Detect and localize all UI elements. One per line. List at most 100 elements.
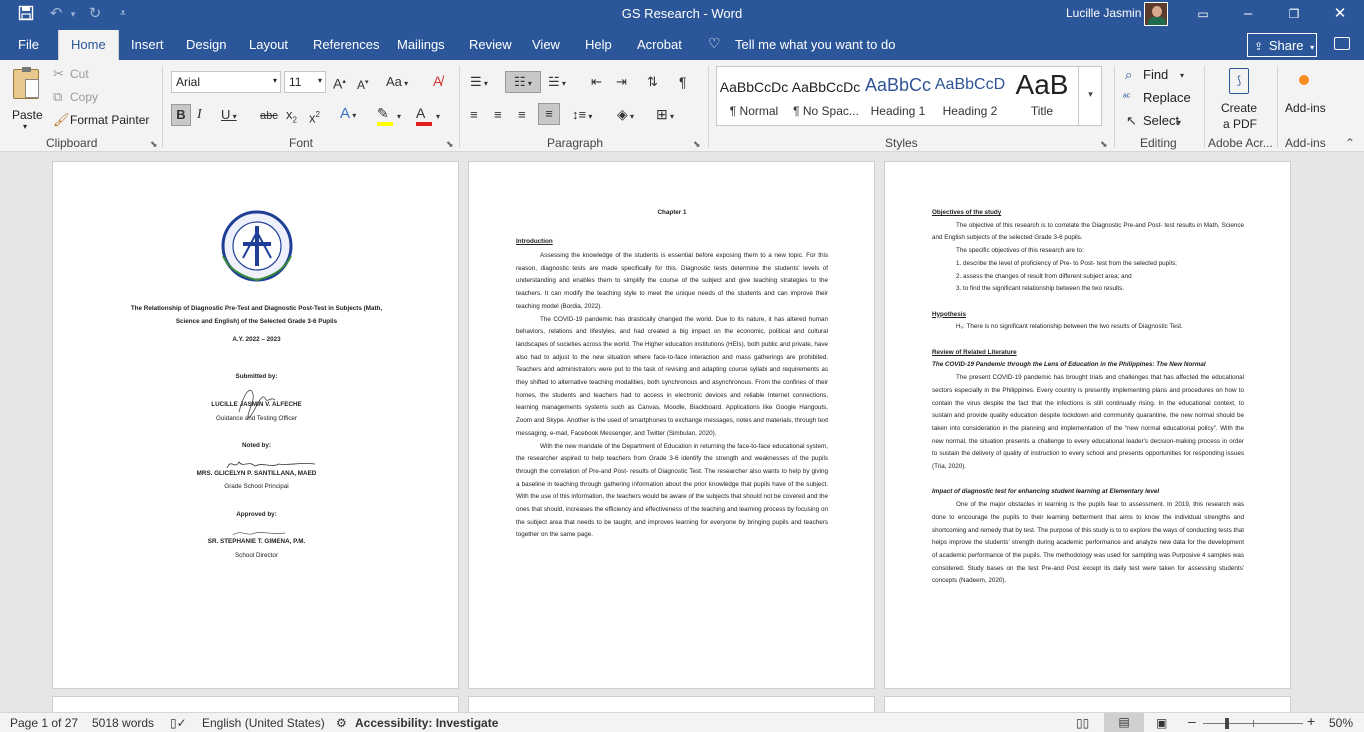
text-effects-icon[interactable]: A ▾ [340, 106, 356, 124]
accessibility-status[interactable]: Accessibility: Investigate [355, 716, 498, 730]
minimize-icon[interactable]: – [1237, 5, 1259, 23]
style-heading-2[interactable]: AaBbCcD Heading 2 [934, 67, 1006, 125]
show-formatting-icon[interactable]: ¶ [679, 74, 687, 90]
style-normal[interactable]: AaBbCcDc ¶ Normal [718, 67, 790, 125]
intro-heading: Introduction [516, 238, 553, 245]
sort-icon[interactable]: ⇅ [647, 74, 658, 90]
ribbon-display-options-icon[interactable]: ▭ [1192, 5, 1214, 23]
user-name[interactable]: Lucille Jasmin [1066, 6, 1141, 20]
paragraph: The specific objectives of this research… [956, 247, 1084, 255]
paste-button[interactable]: Paste ▾ [8, 66, 46, 132]
grow-font-icon[interactable]: A▴ [333, 74, 346, 92]
create-pdf-button[interactable]: ⟆ Create a PDF [1212, 66, 1266, 132]
dialog-launcher-icon[interactable]: ⬊ [1100, 139, 1108, 150]
tab-insert[interactable]: Insert [131, 37, 164, 52]
create-pdf-label-2: a PDF [1223, 117, 1258, 131]
style-heading-1[interactable]: AaBbCc Heading 1 [862, 67, 934, 125]
styles-more-button[interactable]: ▾ [1078, 67, 1102, 125]
clear-formatting-icon[interactable]: A̸ [433, 73, 442, 89]
strikethrough-icon[interactable]: abc [260, 108, 278, 124]
superscript-icon[interactable]: x2 [309, 107, 320, 126]
read-mode-icon[interactable]: ▯▯ [1076, 716, 1089, 730]
cut-button[interactable]: Cut [70, 67, 89, 81]
copy-button[interactable]: Copy [70, 90, 98, 104]
print-layout-icon[interactable]: ▤ [1104, 713, 1144, 732]
page-count[interactable]: Page 1 of 27 [10, 716, 78, 730]
highlight-color-bar [377, 122, 393, 126]
tab-acrobat[interactable]: Acrobat [637, 37, 682, 52]
copy-icon: ⧉ [53, 89, 63, 104]
shrink-font-icon[interactable]: A▾ [357, 75, 369, 93]
align-right-icon[interactable]: ≡ [518, 107, 526, 123]
tab-design[interactable]: Design [186, 37, 226, 52]
align-center-icon[interactable]: ≡ [494, 107, 502, 123]
add-ins-button[interactable]: Add-ins [1282, 66, 1328, 132]
tab-help[interactable]: Help [585, 37, 612, 52]
style-preview: AaBbCcDc [791, 79, 861, 95]
zoom-slider[interactable] [1203, 718, 1303, 729]
tab-layout[interactable]: Layout [249, 37, 288, 52]
numbering-icon[interactable]: ☷ ▾ [505, 71, 541, 93]
zoom-thumb[interactable] [1225, 718, 1229, 729]
shading-icon[interactable]: ◈ ▾ [617, 106, 634, 125]
chevron-down-icon[interactable]: ▾ [1180, 68, 1184, 84]
zoom-out-icon[interactable]: – [1188, 713, 1196, 729]
align-left-icon[interactable]: ≡ [470, 107, 478, 123]
increase-indent-icon[interactable]: ⇥ [616, 74, 627, 90]
italic-icon[interactable]: I [197, 107, 202, 123]
tab-review[interactable]: Review [469, 37, 512, 52]
find-button[interactable]: Find [1143, 67, 1168, 82]
avatar[interactable] [1144, 2, 1168, 26]
dialog-launcher-icon[interactable]: ⬊ [446, 139, 454, 150]
word-count[interactable]: 5018 words [92, 716, 154, 730]
tab-references[interactable]: References [313, 37, 379, 52]
share-button[interactable]: ⇪ Share ▾ [1247, 33, 1317, 57]
multilevel-list-icon[interactable]: ☱ ▾ [548, 74, 566, 92]
change-case-icon[interactable]: Aa ▾ [386, 74, 408, 92]
dialog-launcher-icon[interactable]: ⬊ [150, 139, 158, 150]
tab-home[interactable]: Home [58, 30, 119, 60]
status-bar: Page 1 of 27 5018 words ▯✓ English (Unit… [0, 712, 1364, 732]
paragraph: With the new mandate of the Department o… [516, 442, 828, 539]
replace-button[interactable]: Replace [1143, 90, 1191, 105]
web-layout-icon[interactable]: ▣ [1156, 716, 1167, 730]
line-spacing-icon[interactable]: ↕≡ ▾ [572, 107, 592, 125]
page1-title-line2: Science and English) of the Selected Gra… [175, 318, 338, 325]
font-size-combobox[interactable]: 11 ▾ [284, 71, 326, 93]
comments-icon[interactable] [1334, 37, 1350, 50]
language[interactable]: English (United States) [202, 716, 325, 730]
style-title[interactable]: AaB Title [1006, 67, 1078, 125]
bold-icon[interactable]: B [171, 104, 191, 126]
chevron-down-icon[interactable]: ▾ [1177, 115, 1181, 131]
tell-me-search[interactable]: Tell me what you want to do [735, 37, 895, 52]
tab-mailings[interactable]: Mailings [397, 37, 445, 52]
zoom-in-icon[interactable]: + [1307, 713, 1315, 729]
dialog-launcher-icon[interactable]: ⬊ [693, 139, 701, 150]
font-color-icon[interactable]: A [416, 105, 425, 121]
underline-icon[interactable]: U ▾ [221, 107, 237, 125]
borders-icon[interactable]: ⊞ ▾ [656, 106, 674, 125]
subscript-icon[interactable]: x2 [286, 107, 297, 129]
zoom-level[interactable]: 50% [1329, 716, 1353, 730]
highlight-icon[interactable]: ✎ [377, 105, 389, 121]
proofing-icon[interactable]: ▯✓ [170, 716, 187, 730]
collapse-ribbon-icon[interactable]: ⌃ [1345, 136, 1355, 150]
decrease-indent-icon[interactable]: ⇤ [591, 74, 602, 90]
font-name-combobox[interactable]: Arial ▾ [171, 71, 281, 93]
chevron-down-icon[interactable]: ▾ [436, 109, 440, 125]
style-name: ¶ Normal [729, 104, 779, 118]
style-name: ¶ No Spac... [793, 104, 859, 118]
share-label: Share [1268, 38, 1304, 53]
restore-icon[interactable]: ❐ [1283, 5, 1305, 23]
select-button[interactable]: Select [1143, 113, 1179, 128]
justify-icon[interactable]: ≡ [538, 103, 560, 125]
style-no-spacing[interactable]: AaBbCcDc ¶ No Spac... [790, 67, 862, 125]
tab-file[interactable]: File [18, 37, 39, 52]
format-painter-button[interactable]: Format Painter [70, 113, 149, 127]
bullets-icon[interactable]: ☰ ▾ [470, 74, 488, 92]
tab-view[interactable]: View [532, 37, 560, 52]
add-ins-icon [1299, 75, 1309, 85]
close-icon[interactable]: ✕ [1329, 5, 1351, 23]
chevron-down-icon[interactable]: ▾ [397, 109, 401, 125]
scissors-icon: ✂ [53, 66, 64, 81]
